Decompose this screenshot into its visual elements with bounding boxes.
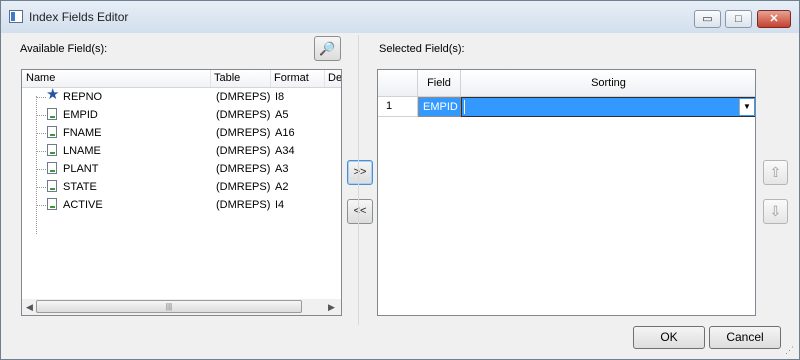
field-format: I4: [275, 199, 285, 211]
column-header-field[interactable]: Field: [418, 70, 461, 97]
window-title: Index Fields Editor: [29, 10, 129, 24]
column-header-table[interactable]: Table: [214, 72, 240, 84]
field-format: A34: [275, 145, 295, 157]
column-divider[interactable]: [210, 70, 211, 87]
field-icon: [47, 180, 57, 192]
available-fields-tree[interactable]: Name Table Format De ★ REPNO (DMREPS) I8…: [21, 69, 342, 316]
tree-row[interactable]: EMPID (DMREPS) A5: [22, 106, 341, 124]
horizontal-scrollbar[interactable]: ◀ ||| ▶: [22, 299, 341, 315]
field-format: I8: [275, 91, 285, 103]
panel-splitter[interactable]: [358, 35, 359, 325]
binoculars-icon: 🔎: [319, 41, 336, 56]
field-name: STATE: [63, 181, 97, 193]
field-name: ACTIVE: [63, 199, 103, 211]
column-divider[interactable]: [270, 70, 271, 87]
maximize-button[interactable]: □: [725, 10, 752, 28]
field-format: A5: [275, 109, 289, 121]
cancel-button[interactable]: Cancel: [709, 326, 781, 349]
key-star-icon: ★: [46, 86, 60, 103]
field-name: PLANT: [63, 163, 99, 175]
column-header-format[interactable]: Format: [274, 72, 309, 84]
grip-icon: |||: [165, 302, 173, 311]
text-caret: [464, 100, 465, 114]
field-table: (DMREPS): [216, 109, 271, 121]
selected-fields-grid[interactable]: Field Sorting 1 EMPID ▼: [377, 69, 756, 316]
field-table: (DMREPS): [216, 163, 271, 175]
move-down-button[interactable]: ⇩: [763, 199, 788, 224]
field-table: (DMREPS): [216, 199, 271, 211]
field-format: A16: [275, 127, 295, 139]
tree-row[interactable]: ★ REPNO (DMREPS) I8: [22, 86, 341, 106]
field-icon: [47, 108, 57, 120]
field-format: A2: [275, 181, 289, 193]
column-divider[interactable]: [324, 70, 325, 87]
field-table: (DMREPS): [216, 127, 271, 139]
field-icon: [47, 198, 57, 210]
tree-row[interactable]: ACTIVE (DMREPS) I4: [22, 196, 341, 214]
column-header-name[interactable]: Name: [26, 72, 55, 84]
title-bar[interactable]: Index Fields Editor ▭ □ ✕: [1, 1, 799, 33]
field-icon: [47, 162, 57, 174]
tree-header: Name Table Format De: [22, 70, 341, 88]
close-button[interactable]: ✕: [757, 10, 791, 28]
ok-button[interactable]: OK: [633, 326, 705, 349]
field-name: EMPID: [63, 109, 98, 121]
arrow-down-icon: ⇩: [769, 203, 782, 219]
selected-field-cell[interactable]: EMPID: [418, 97, 461, 117]
field-name: FNAME: [63, 127, 102, 139]
row-number[interactable]: 1: [378, 97, 418, 117]
tree-row[interactable]: STATE (DMREPS) A2: [22, 178, 341, 196]
tree-row[interactable]: PLANT (DMREPS) A3: [22, 160, 341, 178]
field-format: A3: [275, 163, 289, 175]
scroll-right-icon[interactable]: ▶: [328, 302, 335, 313]
resize-grip-icon[interactable]: ⋰: [785, 345, 797, 357]
arrow-up-icon: ⇧: [769, 164, 782, 180]
available-fields-label: Available Field(s):: [20, 43, 108, 55]
selected-fields-label: Selected Field(s):: [379, 43, 465, 55]
remove-field-button[interactable]: <<: [347, 199, 373, 224]
field-table: (DMREPS): [216, 181, 271, 193]
find-field-button[interactable]: 🔎: [314, 36, 341, 61]
field-table: (DMREPS): [216, 145, 271, 157]
tree-row[interactable]: LNAME (DMREPS) A34: [22, 142, 341, 160]
column-header-description[interactable]: De: [328, 72, 341, 84]
dialog-window: Index Fields Editor ▭ □ ✕ Available Fiel…: [0, 0, 800, 360]
dropdown-arrow-icon[interactable]: ▼: [739, 99, 754, 115]
column-header-sorting[interactable]: Sorting: [461, 70, 755, 97]
move-up-button[interactable]: ⇧: [763, 160, 788, 185]
add-field-button[interactable]: >>: [347, 160, 373, 185]
field-icon: [47, 126, 57, 138]
field-name: REPNO: [63, 91, 103, 103]
field-table: (DMREPS): [216, 91, 271, 103]
field-name: LNAME: [63, 145, 101, 157]
sorting-dropdown[interactable]: ▼: [461, 97, 755, 117]
row-number-header: [378, 70, 418, 97]
field-icon: [47, 144, 57, 156]
scrollbar-thumb[interactable]: |||: [36, 300, 302, 313]
scroll-left-icon[interactable]: ◀: [26, 302, 33, 313]
minimize-button[interactable]: ▭: [694, 10, 721, 28]
app-icon: [9, 10, 23, 23]
tree-row[interactable]: FNAME (DMREPS) A16: [22, 124, 341, 142]
